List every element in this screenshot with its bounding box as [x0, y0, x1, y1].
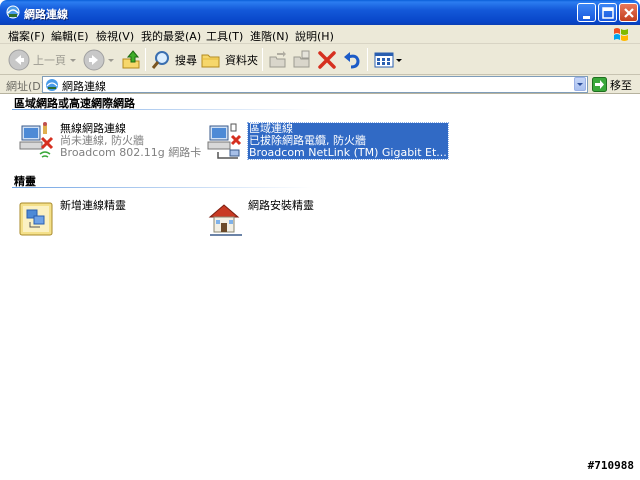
toolbar-separator — [145, 48, 146, 71]
address-value: 網路連線 — [62, 80, 106, 93]
folders-label: 資料夾 — [225, 53, 258, 67]
go-label: 移至 — [610, 78, 632, 92]
group-divider — [12, 109, 312, 110]
wizard-label: 新增連線精靈 — [60, 199, 126, 212]
delete-x-icon — [318, 50, 336, 69]
close-button[interactable] — [619, 3, 638, 22]
search-button[interactable]: 搜尋 — [150, 47, 197, 72]
toolbar-separator — [262, 48, 263, 71]
minimize-icon — [583, 16, 590, 19]
forward-arrow-icon — [83, 49, 105, 70]
views-button[interactable] — [373, 47, 395, 72]
address-input[interactable]: 網路連線 — [42, 76, 588, 93]
search-icon — [151, 50, 169, 69]
views-icon — [374, 52, 394, 67]
toolbar: 上一頁 搜尋 資料夾 — [0, 44, 640, 75]
new-connection-wizard-icon — [19, 202, 53, 236]
maximize-icon — [602, 7, 614, 19]
move-to-button[interactable] — [267, 47, 289, 72]
menu-advanced[interactable]: 進階(N) — [250, 28, 289, 44]
connection-label: 區域連線 已拔除網路電纜, 防火牆 Broadcom NetLink (TM) … — [247, 122, 449, 160]
network-setup-wizard-icon — [208, 204, 242, 236]
wizard-label: 網路安裝精靈 — [248, 199, 314, 212]
wireless-connection-icon — [19, 122, 54, 158]
lan-connection-icon — [207, 123, 242, 159]
close-icon — [624, 8, 634, 18]
go-button[interactable]: 移至 — [592, 76, 632, 93]
toolbar-separator — [367, 48, 368, 71]
menu-favorites[interactable]: 我的最愛(A) — [141, 28, 201, 44]
network-connections-icon — [46, 79, 58, 91]
menu-edit[interactable]: 編輯(E) — [51, 28, 89, 44]
folders-icon — [201, 54, 220, 67]
back-button[interactable]: 上一頁 — [8, 47, 66, 72]
windows-logo-icon — [614, 28, 628, 41]
forward-dropdown-icon[interactable] — [108, 59, 114, 62]
up-folder-icon — [122, 49, 140, 68]
connection-label: 無線網路連線 尚未連線, 防火牆 Broadcom 802.11g 網路卡 — [60, 123, 201, 159]
menu-bar: 檔案(F) 編輯(E) 檢視(V) 我的最愛(A) 工具(T) 進階(N) 說明… — [0, 25, 640, 44]
window-title: 網路連線 — [24, 8, 68, 21]
up-folder-button[interactable] — [120, 47, 142, 72]
move-to-folder-icon — [269, 50, 286, 67]
go-arrow-icon — [592, 77, 607, 92]
back-arrow-icon — [8, 49, 30, 70]
views-dropdown-icon[interactable] — [396, 59, 402, 62]
menu-help[interactable]: 說明(H) — [295, 28, 334, 44]
connection-device: Broadcom 802.11g 網路卡 — [60, 146, 202, 159]
undo-icon — [344, 51, 360, 68]
title-bar: 網路連線 — [0, 0, 640, 25]
group-divider — [12, 187, 312, 188]
connection-device: Broadcom NetLink (TM) Gigabit Et... — [249, 146, 447, 159]
chevron-down-icon — [577, 83, 583, 86]
menu-tools[interactable]: 工具(T) — [206, 28, 243, 44]
menu-file[interactable]: 檔案(F) — [8, 28, 45, 44]
folders-button[interactable]: 資料夾 — [200, 47, 258, 72]
undo-button[interactable] — [341, 47, 363, 72]
content-pane: 區域網路或高速網際網路 無線網路連線 尚未連線, 防火牆 Broadcom 80… — [0, 94, 640, 480]
copy-to-button[interactable] — [291, 47, 313, 72]
watermark-id: #710988 — [587, 459, 634, 472]
menu-view[interactable]: 檢視(V) — [96, 28, 134, 44]
search-label: 搜尋 — [175, 53, 197, 67]
delete-button[interactable] — [316, 47, 338, 72]
minimize-button[interactable] — [577, 3, 596, 22]
forward-button[interactable] — [83, 47, 105, 72]
address-label: 網址(D) — [6, 80, 46, 93]
back-dropdown-icon[interactable] — [70, 59, 76, 62]
address-bar: 網址(D) 網路連線 移至 — [0, 75, 640, 94]
address-dropdown-button[interactable] — [574, 77, 586, 91]
copy-to-folder-icon — [293, 50, 310, 67]
network-connections-icon — [6, 5, 20, 19]
maximize-button[interactable] — [598, 3, 617, 22]
back-label: 上一頁 — [33, 53, 66, 67]
